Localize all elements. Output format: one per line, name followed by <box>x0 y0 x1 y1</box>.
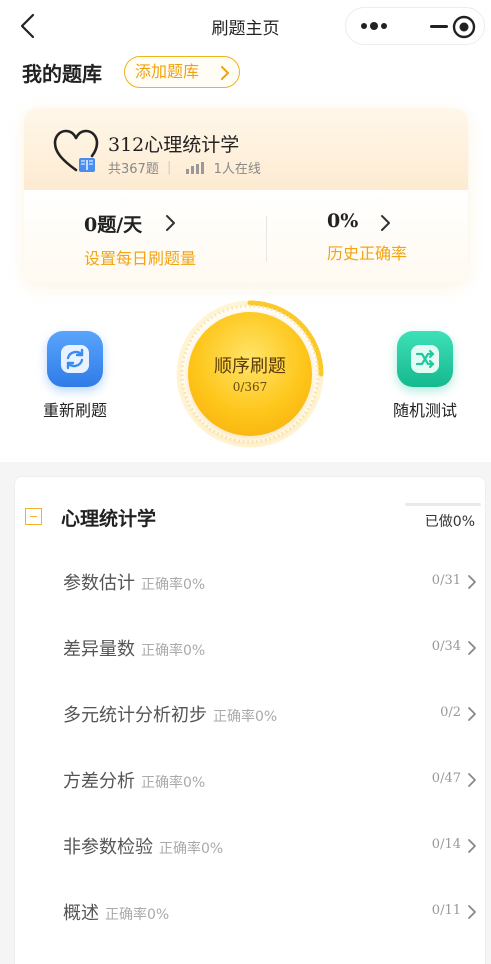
section-name: 多元统计分析初步 <box>63 705 207 726</box>
sequential-progress: 0/367 <box>232 380 268 394</box>
add-bank-button[interactable]: 添加题库 <box>124 56 240 88</box>
random-test-label: 随机测试 <box>392 401 457 420</box>
section-accuracy: 正确率0% <box>159 841 224 857</box>
random-test-button[interactable]: 随机测试 <box>380 331 470 421</box>
daily-value: 0题/天 <box>84 214 143 236</box>
my-bank-title: 我的题库 <box>22 62 102 86</box>
more-icon[interactable] <box>360 18 390 34</box>
chevron-right-icon <box>468 905 476 919</box>
accuracy-stat[interactable]: 0% 历史正确率 <box>327 210 407 264</box>
minimize-icon[interactable] <box>430 25 448 28</box>
chevron-right-icon <box>468 839 476 853</box>
signal-bars-icon <box>185 161 206 174</box>
restart-icon-tile <box>47 331 103 387</box>
chapter-list-card: 心理统计学 已做0% 参数估计 正确率0% 0/31 差异量数 正确率0% 0/34… <box>14 476 486 964</box>
chevron-right-icon <box>381 215 390 231</box>
random-icon-tile <box>397 331 453 387</box>
daily-target-stat[interactable]: 0题/天 设置每日刷题量 <box>84 210 196 269</box>
section-name: 概述 <box>63 903 99 924</box>
chevron-right-icon <box>468 707 476 721</box>
section-row[interactable]: 方差分析 正确率0% 0/47 <box>63 767 483 797</box>
section-row[interactable]: 非参数检验 正确率0% 0/14 <box>63 833 483 863</box>
section-row[interactable]: 多元统计分析初步 正确率0% 0/2 <box>63 701 483 731</box>
section-accuracy: 正确率0% <box>105 907 170 923</box>
chevron-right-icon <box>468 773 476 787</box>
daily-label: 设置每日刷题量 <box>84 249 197 268</box>
chapter-progress-bar <box>405 503 481 506</box>
sequential-label: 顺序刷题 <box>214 356 286 377</box>
section-accuracy: 正确率0% <box>141 775 206 791</box>
section-count: 0/11 <box>431 903 461 918</box>
chevron-right-icon <box>468 641 476 655</box>
restart-label: 重新刷题 <box>42 401 107 420</box>
section-name: 参数估计 <box>63 573 135 594</box>
close-target-icon[interactable] <box>452 15 476 39</box>
section-row[interactable]: 参数估计 正确率0% 0/31 <box>63 569 483 599</box>
section-accuracy: 正确率0% <box>141 577 206 593</box>
accuracy-value: 0% <box>327 210 359 232</box>
nav-bar: 刷题主页 <box>0 0 491 52</box>
section-name: 方差分析 <box>63 771 135 792</box>
accuracy-label: 历史正确率 <box>327 244 408 263</box>
section-row[interactable]: 概述 正确率0% 0/11 <box>63 899 483 929</box>
collapse-toggle-icon[interactable] <box>25 508 42 525</box>
question-total: 共367题 <box>108 162 159 177</box>
sequential-practice-button[interactable]: 顺序刷题 0/367 <box>176 300 324 448</box>
bank-card: 312心理统计学 共367题 | 1人在线 0题/天 设置每日刷题量 0% 历史… <box>24 108 468 283</box>
stats-divider <box>266 216 267 262</box>
section-name: 差异量数 <box>63 639 135 660</box>
online-count: 1人在线 <box>213 162 261 177</box>
bank-name: 312心理统计学 <box>108 134 240 156</box>
section-count: 0/34 <box>431 639 461 654</box>
section-name: 非参数检验 <box>63 837 153 858</box>
section-count: 0/31 <box>431 573 461 588</box>
add-bank-label: 添加题库 <box>135 62 200 81</box>
chevron-right-icon <box>166 215 175 231</box>
restart-button[interactable]: 重新刷题 <box>30 331 120 421</box>
section-accuracy: 正确率0% <box>141 643 206 659</box>
heart-book-icon <box>53 129 99 172</box>
chevron-right-icon <box>468 575 476 589</box>
section-count: 0/14 <box>431 837 461 852</box>
section-accuracy: 正确率0% <box>213 709 278 725</box>
meta-separator: | <box>166 160 172 175</box>
section-count: 0/47 <box>431 771 461 786</box>
refresh-icon <box>61 345 89 373</box>
mini-program-capsule <box>345 7 485 45</box>
chevron-right-icon <box>221 66 229 80</box>
bank-meta: 共367题 | 1人在线 <box>108 158 261 177</box>
chapter-done-percent: 已做0% <box>424 514 475 530</box>
section-count: 0/2 <box>440 705 461 720</box>
shuffle-icon <box>411 345 439 373</box>
chapter-title[interactable]: 心理统计学 <box>61 504 156 531</box>
section-row[interactable]: 差异量数 正确率0% 0/34 <box>63 635 483 665</box>
